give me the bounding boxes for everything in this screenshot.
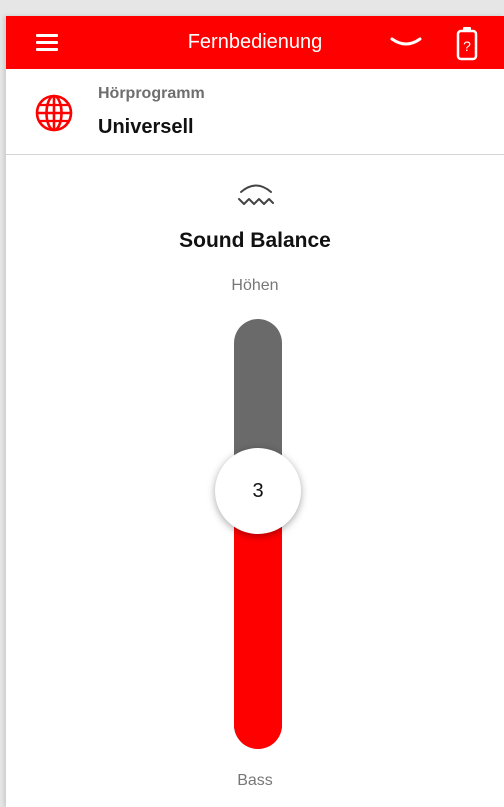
chevron-down-icon <box>390 37 422 46</box>
program-label: Hörprogramm <box>98 85 205 102</box>
collapse-button[interactable] <box>386 30 426 56</box>
treble-label: Höhen <box>231 277 279 294</box>
sound-balance-title: Sound Balance <box>179 229 331 252</box>
hearing-program-selector[interactable]: Hörprogramm Universell <box>6 69 504 155</box>
svg-text:?: ? <box>463 38 471 54</box>
remote-control-screen: Fernbedienung ? Hörprogramm Universell S… <box>6 16 504 807</box>
bass-label: Bass <box>237 772 273 789</box>
globe-icon <box>35 94 73 132</box>
sound-balance-slider-thumb[interactable]: 3 <box>215 448 301 534</box>
top-app-bar: Fernbedienung ? <box>6 16 504 69</box>
program-value: Universell <box>98 116 194 138</box>
battery-unknown-icon: ? <box>456 27 478 61</box>
sound-balance-waves-icon <box>238 184 274 205</box>
page-title: Fernbedienung <box>187 31 323 53</box>
battery-status-button[interactable]: ? <box>454 25 480 61</box>
sound-balance-slider-track[interactable] <box>234 319 282 749</box>
